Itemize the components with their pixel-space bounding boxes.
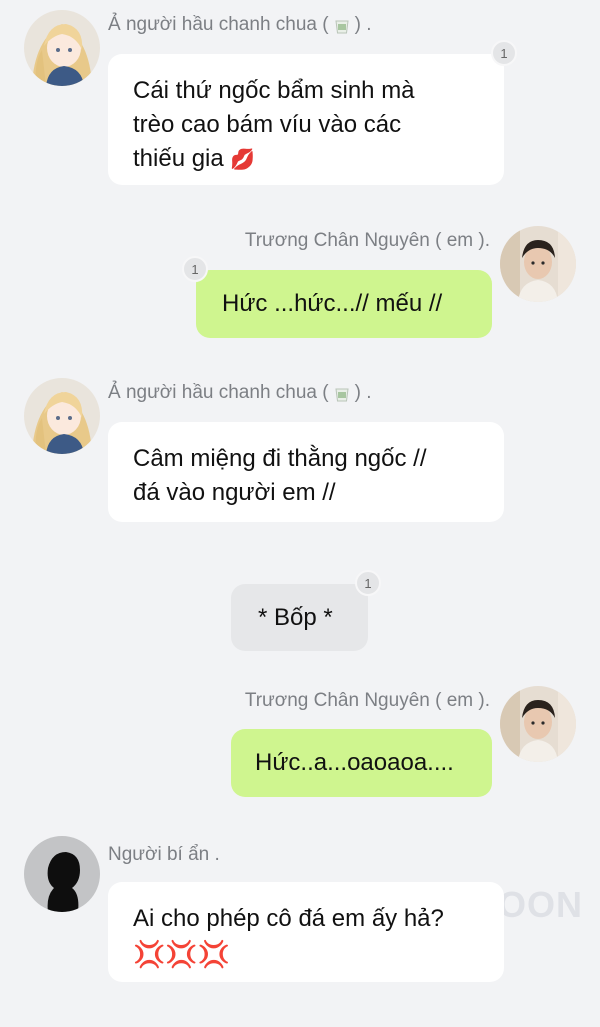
message-bubble[interactable]: Ai cho phép cô đá em ấy hả? 💢💢💢 (108, 882, 504, 982)
boy-photo-avatar-icon (500, 226, 576, 302)
message-bubble[interactable]: Hức ...hức...// mếu // (196, 270, 492, 338)
action-bubble[interactable]: * Bốp * (231, 584, 368, 651)
read-count-badge: 1 (491, 40, 517, 66)
anger-emoji: 💢💢💢 (133, 939, 231, 969)
silhouette-avatar-icon (24, 836, 100, 912)
avatar-truong-chan-nguyen[interactable] (500, 686, 576, 762)
blonde-girl-avatar-icon (24, 378, 100, 454)
avatar-maid[interactable] (24, 378, 100, 454)
lips-emoji: 💋 (230, 149, 256, 171)
message-bubble[interactable]: Cái thứ ngốc bẩm sinh mà trèo cao bám ví… (108, 54, 504, 185)
watermark: OON (498, 884, 584, 925)
message-bubble[interactable]: Hức..a...oaoaoa.... (231, 729, 492, 797)
message-text: Hức..a...oaoaoa.... (255, 749, 454, 776)
action-text: * Bốp * (258, 604, 333, 631)
message-text-line: Ai cho phép cô đá em ấy hả? (133, 905, 444, 932)
avatar-maid[interactable] (24, 10, 100, 86)
message-text-line: trèo cao bám víu vào các (133, 111, 402, 138)
message-text-line: đá vào người em // (133, 479, 336, 506)
message-text-line: Câm miệng đi thằng ngốc // (133, 445, 427, 472)
avatar-mystery-person[interactable] (24, 836, 100, 912)
message-text-line: thiếu gia 💋 (133, 145, 256, 172)
sender-name: Ả người hầu chanh chua ( ) . (108, 14, 372, 35)
sender-name: Người bí ẩn . (108, 844, 220, 865)
tea-cup-icon (335, 388, 349, 402)
sender-name: Ả người hầu chanh chua ( ) . (108, 382, 372, 403)
blonde-girl-avatar-icon (24, 10, 100, 86)
boy-photo-avatar-icon (500, 686, 576, 762)
sender-name: Trương Chân Nguyên ( em ). (244, 230, 490, 251)
sender-name: Trương Chân Nguyên ( em ). (244, 690, 490, 711)
message-text: Hức ...hức...// mếu // (222, 290, 443, 317)
read-count-badge: 1 (355, 570, 381, 596)
avatar-truong-chan-nguyen[interactable] (500, 226, 576, 302)
message-bubble[interactable]: Câm miệng đi thằng ngốc // đá vào người … (108, 422, 504, 522)
read-count-badge: 1 (182, 256, 208, 282)
tea-cup-icon (335, 20, 349, 34)
message-text-line: Cái thứ ngốc bẩm sinh mà (133, 77, 415, 104)
